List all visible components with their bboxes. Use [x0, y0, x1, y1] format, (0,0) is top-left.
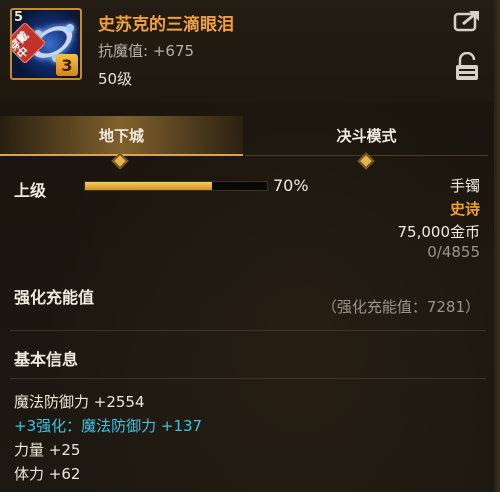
item-name: 史苏克的三滴眼泪 — [98, 15, 234, 35]
resist-label: 抗魔值: — [98, 42, 149, 60]
resist-value: +675 — [152, 42, 195, 60]
mode-tabs: 地下城 决斗模式 — [0, 116, 494, 170]
resist-value-line: 抗魔值: +675 — [98, 40, 194, 61]
item-header: 5 穿戴中 3 史苏克的三滴眼泪 抗魔值: +675 50级 — [0, 0, 494, 102]
stack-count: 5 — [14, 10, 24, 25]
amplify-energy-label: 强化充能值 — [14, 288, 95, 307]
grade-progress-bar — [84, 181, 268, 191]
grade-percent: 70% — [273, 176, 309, 195]
item-tooltip-panel: 5 穿戴中 3 史苏克的三滴眼泪 抗魔值: +675 50级 地下城 决斗模式 … — [0, 0, 500, 492]
amplify-badge: 3 — [56, 54, 78, 76]
gem-sparkle — [66, 24, 74, 32]
tab-dungeon[interactable]: 地下城 — [0, 116, 243, 156]
lock-icon[interactable] — [454, 52, 480, 82]
stat-line: 魔法防御力 +2554 — [14, 393, 145, 411]
item-level: 50级 — [98, 70, 133, 88]
item-rarity: 史诗 — [449, 200, 480, 218]
stats-list: 魔法防御力 +2554 +3强化：魔法防御力 +137 力量 +25 体力 +6… — [14, 390, 474, 486]
stat-line: 体力 +62 — [14, 465, 81, 483]
amplify-energy-value: 0/4855 — [427, 243, 480, 261]
stat-line-amplified: +3强化：魔法防御力 +137 — [14, 417, 203, 435]
share-icon[interactable] — [453, 8, 483, 32]
item-price: 75,000金币 — [397, 223, 481, 241]
amplify-energy-total: （强化充能值：7281） — [321, 298, 480, 316]
grade-progress-fill — [85, 182, 213, 190]
grade-label: 上级 — [14, 181, 47, 200]
stat-line: 力量 +25 — [14, 441, 81, 459]
section-divider — [10, 378, 486, 379]
panel-edge — [494, 0, 500, 492]
ring-icon: 5 穿戴中 3 — [10, 8, 82, 80]
basic-info-title: 基本信息 — [14, 350, 79, 369]
item-type: 手镯 — [449, 177, 480, 195]
section-divider — [10, 330, 486, 331]
tab-pvp[interactable]: 决斗模式 — [245, 116, 488, 156]
